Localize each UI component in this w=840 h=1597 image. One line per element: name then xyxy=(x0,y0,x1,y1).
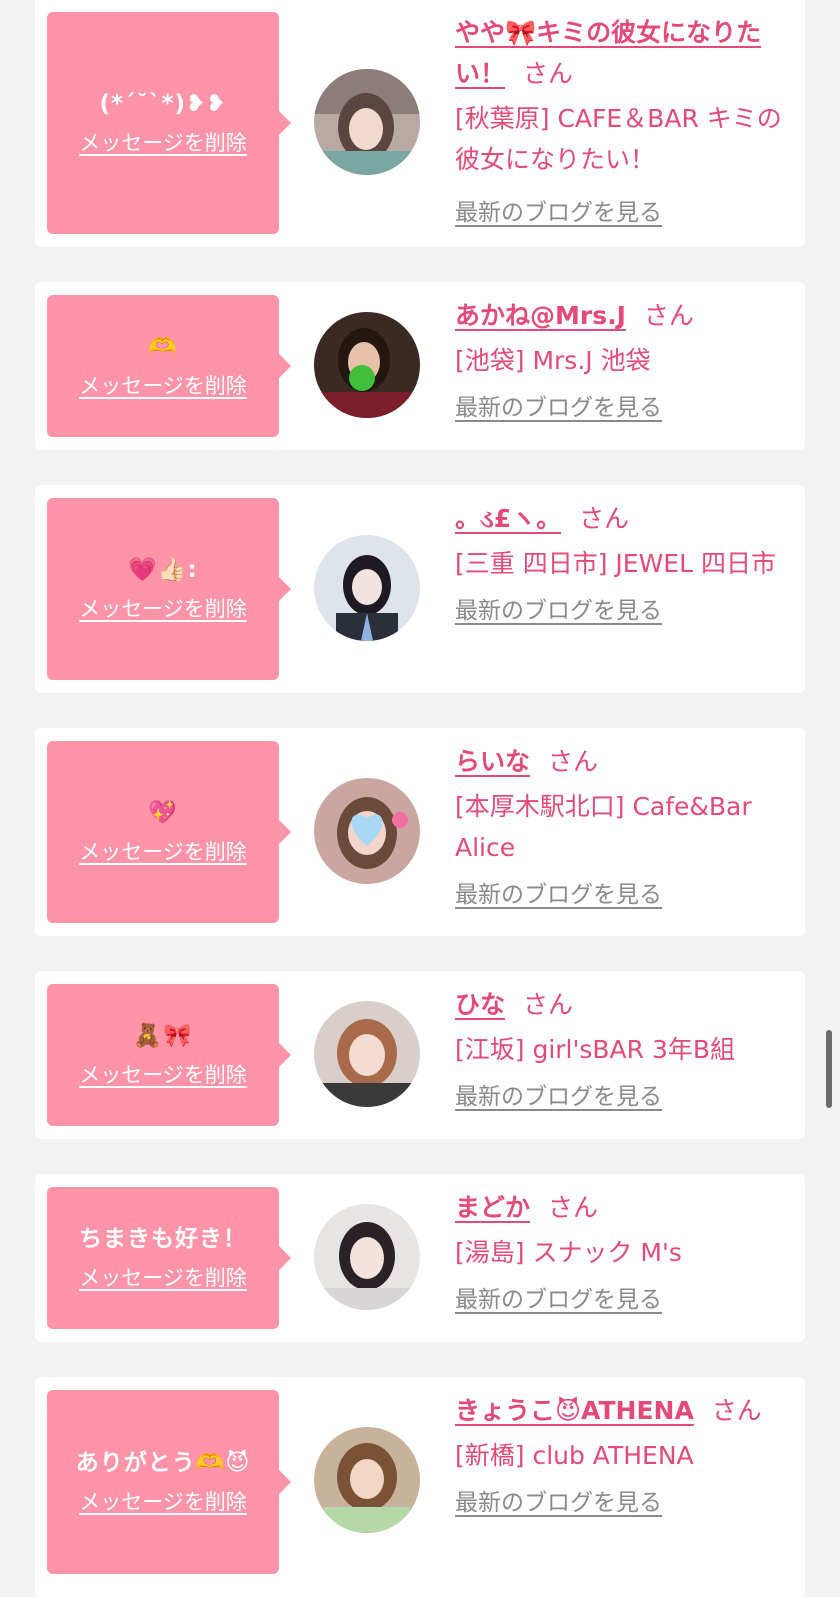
avatar[interactable] xyxy=(314,778,420,884)
message-bubble: (*´˘`*)❥❥ メッセージを削除 xyxy=(47,12,291,234)
honorific: さん xyxy=(711,1396,762,1425)
list-item: ありがとう🫶😈 メッセージを削除 きょうこ😈ATHENA さん [新橋] club… xyxy=(35,1377,805,1597)
avatar[interactable] xyxy=(314,1204,420,1310)
list-item: 💖 メッセージを削除 らいな さん [本厚木駅北口] Cafe&Bar Alice… xyxy=(35,728,805,936)
entry-info: ひな さん [江坂] girl'sBAR 3年B組 最新のブログを見る xyxy=(455,984,791,1112)
list-item: (*´˘`*)❥❥ メッセージを削除 やや🎀キミの彼女になりたい！ さん [秋葉原… xyxy=(35,0,805,247)
delete-message-link[interactable]: メッセージを削除 xyxy=(79,1061,247,1089)
cast-name-link[interactable]: らいな xyxy=(455,747,530,776)
honorific: さん xyxy=(523,990,574,1019)
cast-name-link[interactable]: やや🎀キミの彼女になりたい！ xyxy=(455,18,761,88)
avatar[interactable] xyxy=(314,1001,420,1107)
entry-info: きょうこ😈ATHENA さん [新橋] club ATHENA 最新のブログを見る xyxy=(455,1390,791,1518)
cast-name-link[interactable]: ひな xyxy=(455,990,505,1019)
cast-name-link[interactable]: あかね@Mrs.J xyxy=(455,301,626,330)
entry-info: 。ડ£ヽ。 さん [三重 四日市] JEWEL 四日市 最新のブログを見る xyxy=(455,498,791,626)
message-bubble: 🧸🎀 メッセージを削除 xyxy=(47,984,291,1126)
cast-name-link[interactable]: きょうこ😈ATHENA xyxy=(455,1396,694,1425)
message-bubble: 🫶 メッセージを削除 xyxy=(47,295,291,437)
entry-info: まどか さん [湯島] スナック M's 最新のブログを見る xyxy=(455,1187,791,1315)
shop-name: [新橋] club ATHENA xyxy=(455,1441,694,1470)
message-bubble: ちまきも好き！ メッセージを削除 xyxy=(47,1187,291,1329)
entry-info: やや🎀キミの彼女になりたい！ さん [秋葉原] CAFE＆BAR キミの彼女になり… xyxy=(455,12,791,228)
shop-name: [池袋] Mrs.J 池袋 xyxy=(455,346,651,375)
cast-name-link[interactable]: まどか xyxy=(455,1193,530,1222)
cast-name-link[interactable]: 。ડ£ヽ。 xyxy=(455,504,561,533)
delete-message-link[interactable]: メッセージを削除 xyxy=(79,595,247,623)
honorific: さん xyxy=(548,747,599,776)
avatar[interactable] xyxy=(314,535,420,641)
message-text: ちまきも好き！ xyxy=(79,1226,247,1252)
message-text: ありがとう🫶😈 xyxy=(75,1450,251,1476)
list-item: 🧸🎀 メッセージを削除 ひな さん [江坂] girl'sBAR 3年B組 最新の… xyxy=(35,971,805,1139)
message-text: 🧸🎀 xyxy=(133,1023,193,1049)
shop-name: [三重 四日市] JEWEL 四日市 xyxy=(455,549,776,578)
delete-message-link[interactable]: メッセージを削除 xyxy=(79,372,247,400)
honorific: さん xyxy=(579,504,630,533)
latest-blog-link[interactable]: 最新のブログを見る xyxy=(455,1285,662,1315)
delete-message-link[interactable]: メッセージを削除 xyxy=(79,838,247,866)
scrollbar[interactable] xyxy=(826,1030,832,1108)
latest-blog-link[interactable]: 最新のブログを見る xyxy=(455,1082,662,1112)
delete-message-link[interactable]: メッセージを削除 xyxy=(79,1264,247,1292)
list-item: 💗👍🏻: メッセージを削除 。ડ£ヽ。 さん [三重 四日市] JEWEL 四日市… xyxy=(35,485,805,693)
shop-name: [本厚木駅北口] Cafe&Bar Alice xyxy=(455,792,752,862)
latest-blog-link[interactable]: 最新のブログを見る xyxy=(455,880,662,910)
entry-info: らいな さん [本厚木駅北口] Cafe&Bar Alice 最新のブログを見る xyxy=(455,741,791,910)
honorific: さん xyxy=(643,301,694,330)
message-bubble: 💗👍🏻: メッセージを削除 xyxy=(47,498,291,680)
message-text: 🫶 xyxy=(148,334,178,360)
latest-blog-link[interactable]: 最新のブログを見る xyxy=(455,1488,662,1518)
message-text: 💖 xyxy=(148,800,178,826)
latest-blog-link[interactable]: 最新のブログを見る xyxy=(455,198,662,228)
message-bubble: 💖 メッセージを削除 xyxy=(47,741,291,923)
message-text: 💗👍🏻: xyxy=(128,557,198,583)
list-item: 🫶 メッセージを削除 あかね@Mrs.J さん [池袋] Mrs.J 池袋 最新の… xyxy=(35,282,805,450)
honorific: さん xyxy=(523,59,574,88)
list-item: ちまきも好き！ メッセージを削除 まどか さん [湯島] スナック M's 最新の… xyxy=(35,1174,805,1342)
honorific: さん xyxy=(548,1193,599,1222)
message-text: (*´˘`*)❥❥ xyxy=(99,91,227,117)
shop-name: [江坂] girl'sBAR 3年B組 xyxy=(455,1035,736,1064)
delete-message-link[interactable]: メッセージを削除 xyxy=(79,129,247,157)
delete-message-link[interactable]: メッセージを削除 xyxy=(79,1488,247,1516)
shop-name: [湯島] スナック M's xyxy=(455,1238,682,1267)
avatar[interactable] xyxy=(314,69,420,175)
latest-blog-link[interactable]: 最新のブログを見る xyxy=(455,596,662,626)
shop-name: [秋葉原] CAFE＆BAR キミの彼女になりたい！ xyxy=(455,104,782,174)
message-bubble: ありがとう🫶😈 メッセージを削除 xyxy=(47,1390,291,1574)
avatar[interactable] xyxy=(314,1427,420,1533)
latest-blog-link[interactable]: 最新のブログを見る xyxy=(455,393,662,423)
entry-info: あかね@Mrs.J さん [池袋] Mrs.J 池袋 最新のブログを見る xyxy=(455,295,791,423)
avatar[interactable] xyxy=(314,312,420,418)
